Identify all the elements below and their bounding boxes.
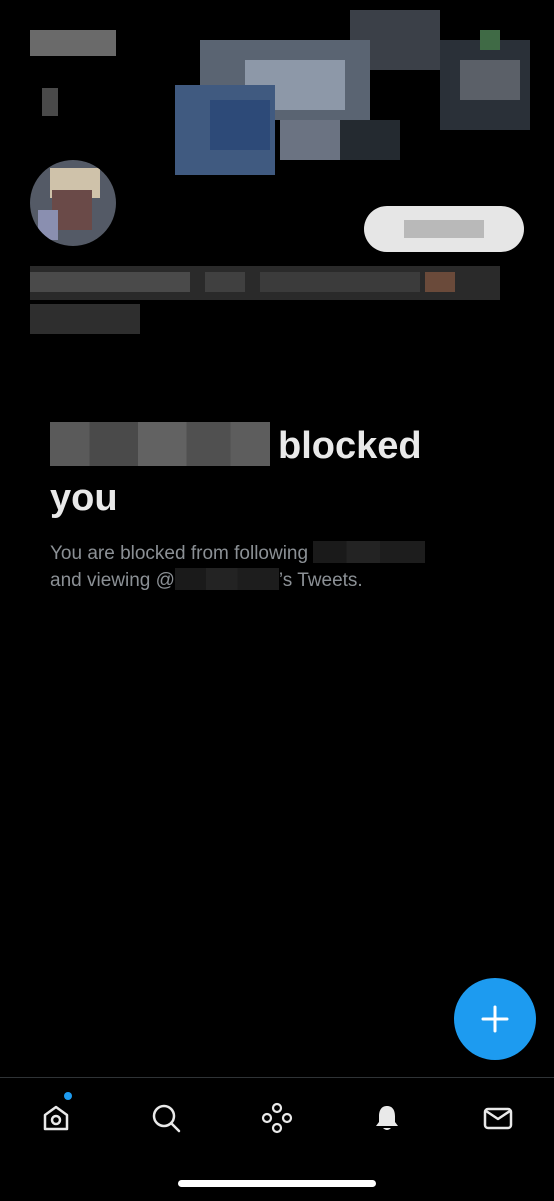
follow-button[interactable] bbox=[364, 206, 524, 252]
tab-messages[interactable] bbox=[476, 1096, 520, 1140]
tab-spaces[interactable] bbox=[255, 1096, 299, 1140]
blocked-title-you: you bbox=[50, 477, 118, 519]
search-icon bbox=[152, 1104, 181, 1133]
bell-icon bbox=[376, 1106, 398, 1130]
mail-icon bbox=[483, 1107, 513, 1130]
blocked-title-suffix: blocked bbox=[278, 425, 422, 467]
blocked-username-redacted bbox=[50, 422, 270, 466]
desc-name-redacted bbox=[313, 541, 426, 563]
tab-home[interactable] bbox=[34, 1092, 78, 1140]
blocked-description: You are blocked from following and viewi… bbox=[50, 540, 490, 594]
home-badge-dot bbox=[64, 1092, 72, 1100]
desc-part1: You are blocked from following bbox=[50, 543, 309, 564]
home-indicator[interactable] bbox=[178, 1180, 376, 1187]
avatar[interactable] bbox=[30, 160, 116, 246]
desc-handle-redacted bbox=[174, 568, 279, 590]
username bbox=[30, 304, 140, 334]
home-icon bbox=[43, 1105, 69, 1131]
desc-part2: and viewing @ bbox=[50, 570, 175, 591]
plus-icon bbox=[481, 1005, 509, 1033]
display-name bbox=[30, 266, 500, 300]
spaces-icon bbox=[261, 1102, 293, 1134]
blocked-title: blocked you bbox=[50, 420, 490, 524]
tab-search[interactable] bbox=[144, 1096, 188, 1140]
tab-notifications[interactable] bbox=[365, 1096, 409, 1140]
desc-part3: ’s Tweets. bbox=[278, 570, 363, 591]
compose-tweet-button[interactable] bbox=[454, 978, 536, 1060]
